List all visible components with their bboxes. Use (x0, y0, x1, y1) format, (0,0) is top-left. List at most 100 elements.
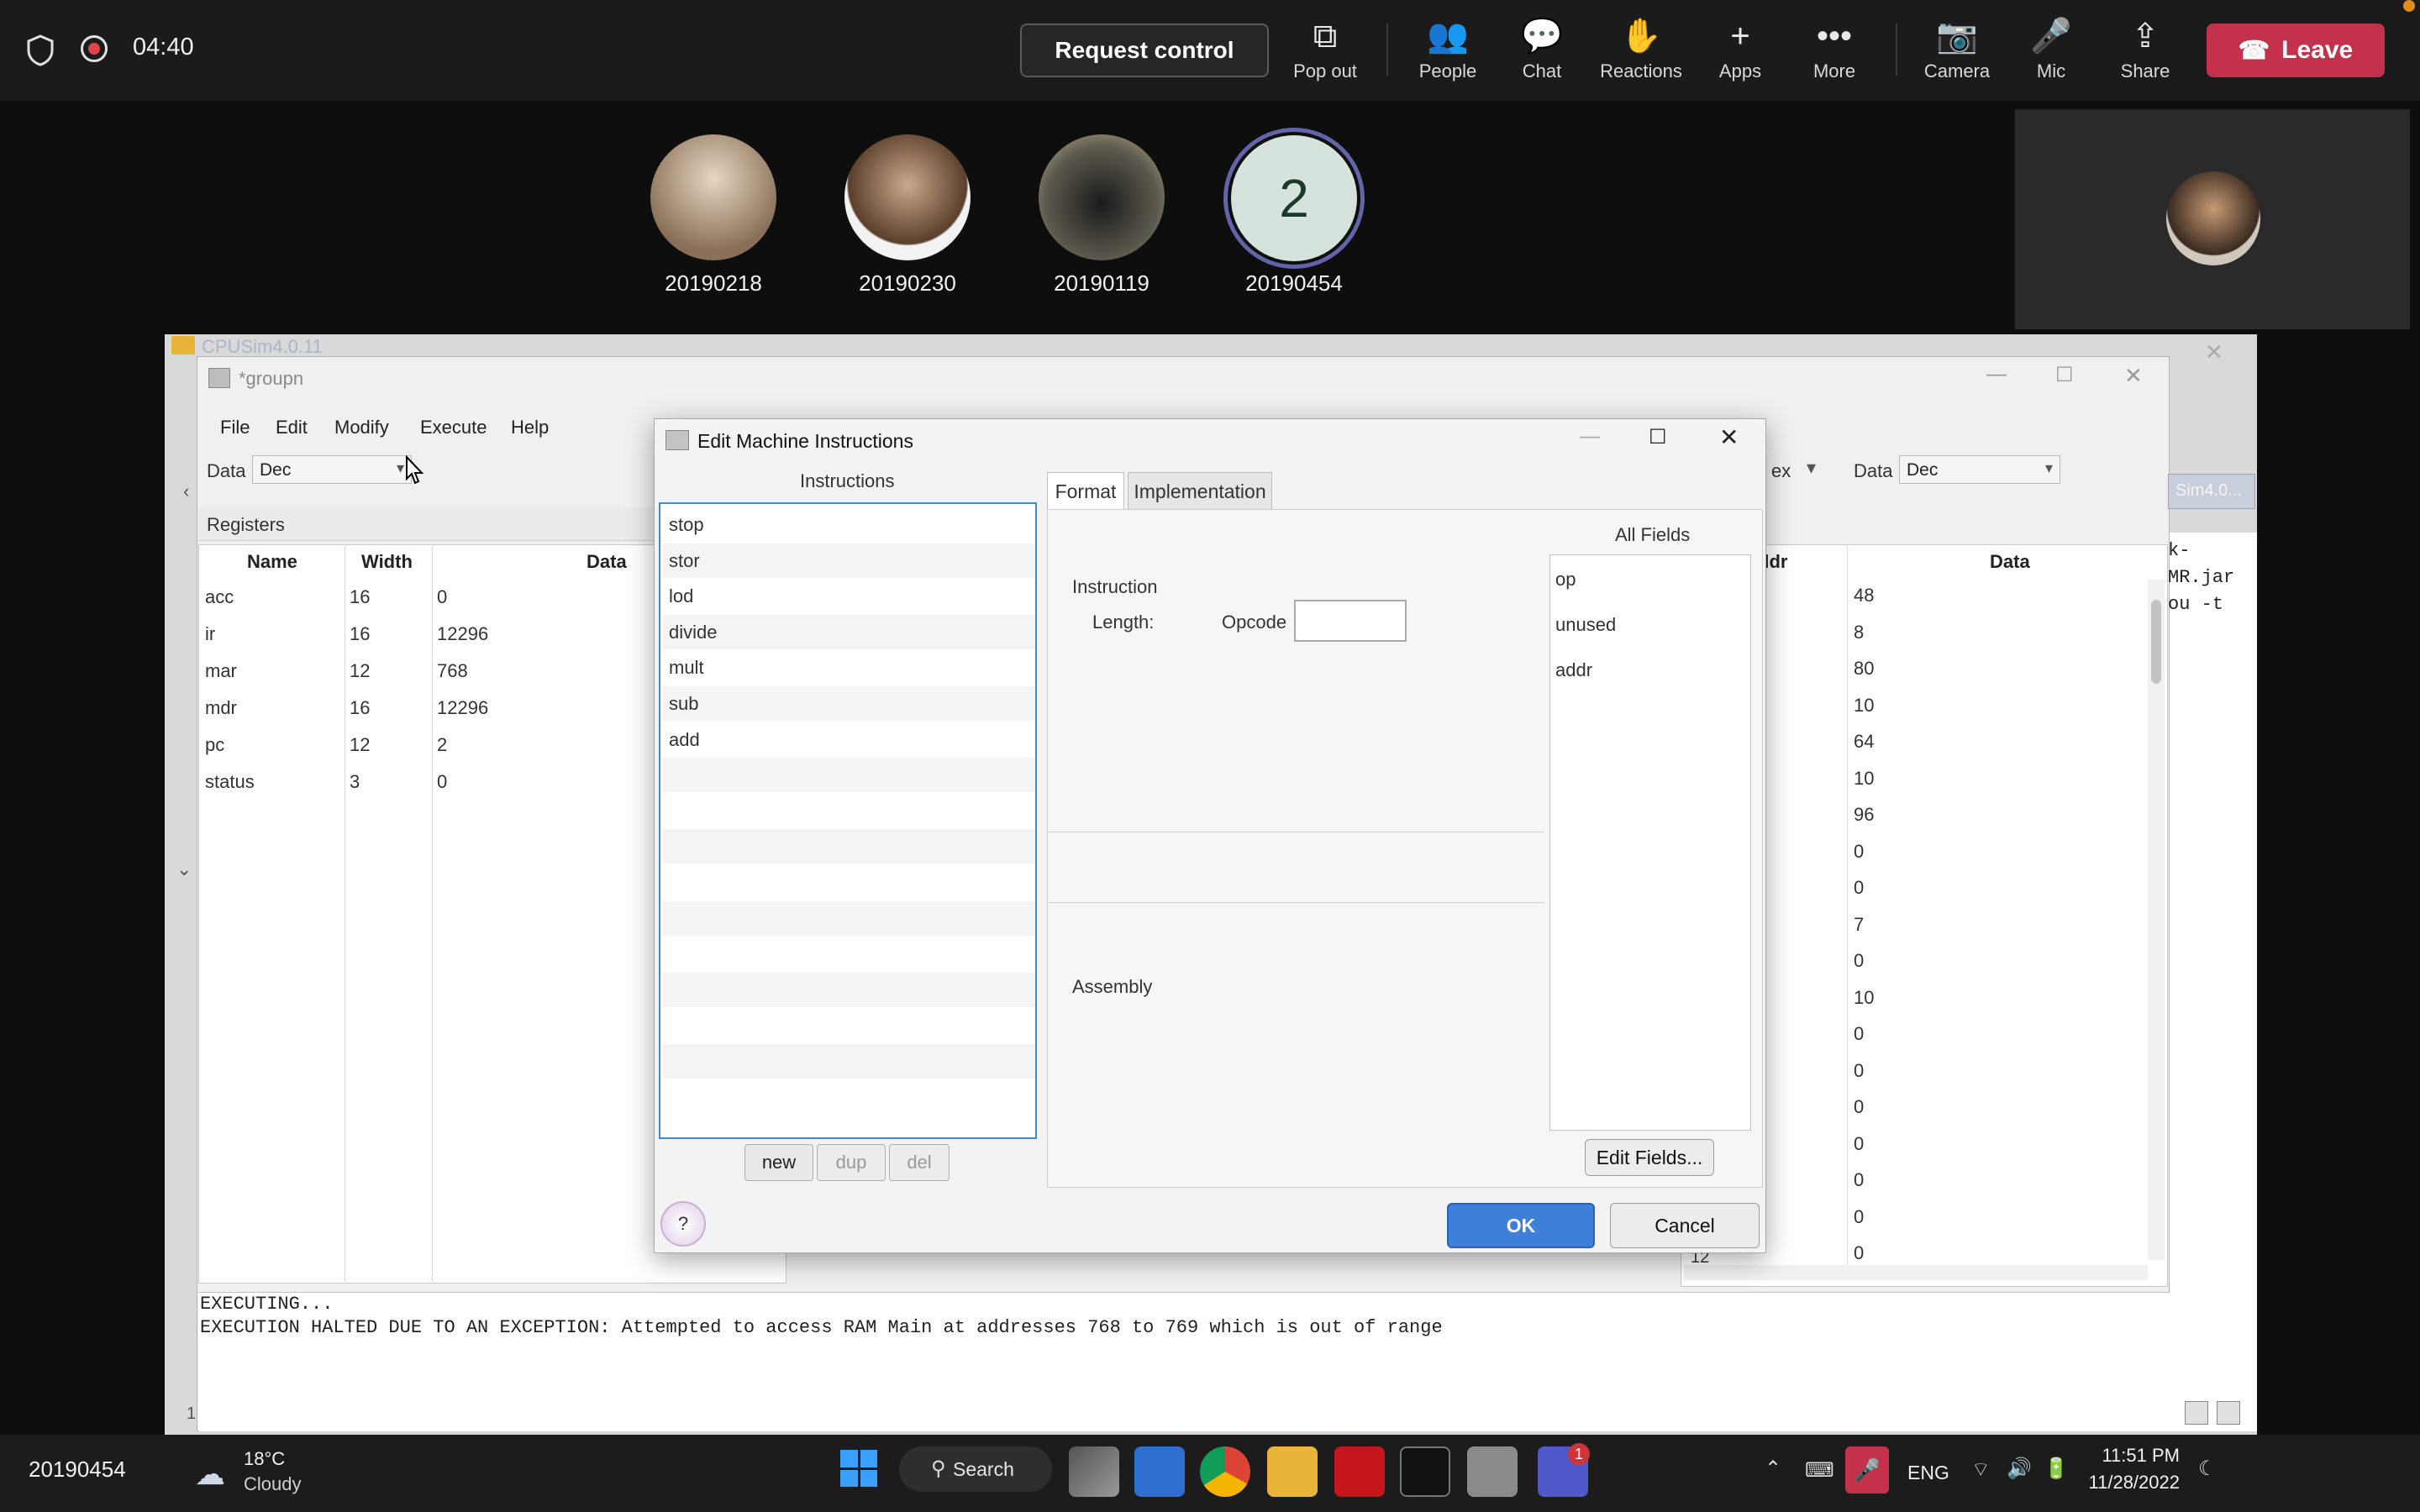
wifi-icon[interactable]: ⌔ (1971, 1457, 1991, 1482)
clock-time[interactable]: 11:51 PM (2087, 1445, 2180, 1467)
taskbar-search[interactable]: ⚲ Search (899, 1446, 1052, 1492)
mic-in-use-icon[interactable]: 🎤 (1845, 1446, 1889, 1494)
tab-implementation[interactable]: Implementation (1128, 472, 1272, 511)
ram-value[interactable]: 0 (1854, 1023, 1864, 1045)
weather-temp[interactable]: 18°C (244, 1448, 285, 1470)
ok-button[interactable]: OK (1447, 1203, 1595, 1248)
instruction-item[interactable]: lod (669, 579, 1028, 614)
ram-value[interactable]: 0 (1854, 1060, 1864, 1082)
close-icon[interactable]: ✕ (1719, 423, 1739, 451)
help-button[interactable]: ? (660, 1201, 706, 1247)
ram-value[interactable]: 0 (1854, 841, 1864, 863)
reg-data[interactable]: 0 (437, 586, 447, 608)
reg-data[interactable]: 12296 (437, 623, 488, 645)
participant-avatar[interactable] (650, 134, 776, 260)
participant-avatar[interactable] (1039, 134, 1165, 260)
ram-value[interactable]: 10 (1854, 987, 1874, 1009)
partial-combo-arrow[interactable]: ▾ (1807, 457, 1816, 479)
menu-help[interactable]: Help (511, 417, 549, 438)
menu-file[interactable]: File (220, 417, 250, 438)
field-item[interactable]: unused (1555, 614, 1616, 636)
field-item[interactable]: addr (1555, 659, 1592, 681)
maximize-icon[interactable]: ☐ (2055, 363, 2074, 387)
pop-out-button[interactable]: ⧉ Pop out (1279, 15, 1371, 91)
request-control-button[interactable]: Request control (1020, 24, 1269, 77)
reg-data[interactable]: 0 (437, 771, 447, 793)
opcode-field[interactable] (1294, 600, 1407, 642)
participant-avatar[interactable] (844, 134, 971, 260)
weather-desc[interactable]: Cloudy (244, 1473, 301, 1495)
cpusim-icon[interactable] (1467, 1446, 1518, 1497)
acrobat-icon[interactable] (1334, 1446, 1385, 1497)
ram-value[interactable]: 48 (1854, 585, 1874, 606)
ram-value[interactable]: 96 (1854, 804, 1874, 826)
ram-value[interactable]: 8 (1854, 622, 1864, 643)
ram-value[interactable]: 80 (1854, 658, 1874, 680)
chat-button[interactable]: 💬 Chat (1496, 15, 1588, 91)
edit-fields-button[interactable]: Edit Fields... (1585, 1139, 1714, 1176)
ram-value[interactable]: 0 (1854, 877, 1864, 899)
data-format-select[interactable]: Dec (252, 455, 412, 484)
minimize-icon[interactable]: — (1986, 363, 2007, 386)
ram-value[interactable]: 0 (1854, 1133, 1864, 1155)
list-view-icon[interactable] (2185, 1401, 2208, 1425)
store-icon[interactable] (1134, 1446, 1185, 1497)
ram-hscrollbar[interactable] (1684, 1265, 2148, 1280)
instruction-item[interactable]: add (669, 722, 1028, 758)
ram-value[interactable]: 0 (1854, 1206, 1864, 1228)
keyboard-icon[interactable]: ⌨ (1805, 1458, 1834, 1483)
volume-icon[interactable]: 🔊 (2007, 1457, 2032, 1481)
ram-value[interactable]: 10 (1854, 695, 1874, 717)
apps-button[interactable]: + Apps (1694, 15, 1786, 91)
chevron-down-icon[interactable]: ⌄ (176, 858, 192, 880)
ram-value[interactable]: 0 (1854, 1242, 1864, 1264)
field-item[interactable]: op (1555, 569, 1576, 591)
ram-value[interactable]: 0 (1854, 1096, 1864, 1118)
focus-moon-icon[interactable]: ☾ (2198, 1457, 2217, 1481)
instruction-item[interactable]: stop (669, 507, 1028, 543)
terminal-icon[interactable] (1400, 1446, 1450, 1497)
duplicate-instruction-button[interactable]: dup (817, 1144, 886, 1181)
language-indicator[interactable]: ENG (1907, 1462, 1949, 1484)
file-explorer-icon[interactable] (1267, 1446, 1318, 1497)
minimize-icon[interactable]: — (1580, 425, 1600, 449)
menu-edit[interactable]: Edit (276, 417, 308, 438)
chevron-left-icon[interactable]: ‹ (183, 480, 189, 502)
task-view-icon[interactable] (1069, 1446, 1119, 1497)
delete-instruction-button[interactable]: del (889, 1144, 950, 1181)
people-button[interactable]: 👥 People (1402, 15, 1494, 91)
clock-date[interactable]: 11/28/2022 (2075, 1472, 2180, 1494)
reg-data[interactable]: 768 (437, 660, 468, 682)
participant-avatar[interactable]: 2 (1231, 135, 1357, 261)
reg-data[interactable]: 2 (437, 734, 447, 756)
battery-icon[interactable]: 🔋 (2044, 1457, 2069, 1481)
ram-value[interactable]: 0 (1854, 950, 1864, 972)
more-button[interactable]: ••• More (1788, 15, 1881, 91)
instruction-item[interactable]: mult (669, 650, 1028, 685)
windows-start-icon[interactable] (840, 1450, 877, 1487)
ram-value[interactable]: 64 (1854, 731, 1874, 753)
ram-value[interactable]: 0 (1854, 1169, 1864, 1191)
menu-modify[interactable]: Modify (334, 417, 389, 438)
taskbar-tab[interactable]: Sim4.0... (2168, 474, 2255, 509)
menu-execute[interactable]: Execute (420, 417, 487, 438)
reactions-button[interactable]: ✋ Reactions (1595, 15, 1687, 91)
cancel-button[interactable]: Cancel (1610, 1203, 1760, 1248)
ram-data-format-select[interactable]: Dec (1899, 455, 2060, 484)
reg-data[interactable]: 12296 (437, 697, 488, 719)
detail-view-icon[interactable] (2217, 1401, 2240, 1425)
all-fields-list[interactable]: op unused addr (1549, 554, 1751, 1131)
camera-button[interactable]: 📷 Camera (1911, 15, 2003, 91)
chrome-icon[interactable] (1200, 1446, 1250, 1497)
ram-value[interactable]: 10 (1854, 768, 1874, 790)
maximize-icon[interactable]: ☐ (1649, 425, 1667, 449)
mic-button[interactable]: 🎤 Mic (2005, 15, 2097, 91)
close-icon[interactable]: ✕ (2205, 339, 2223, 365)
scrollbar-thumb[interactable] (2151, 600, 2161, 684)
chevron-up-icon[interactable]: ⌃ (1765, 1457, 1781, 1481)
tab-format[interactable]: Format (1047, 472, 1124, 511)
instruction-item[interactable]: sub (669, 686, 1028, 722)
ram-value[interactable]: 7 (1854, 914, 1864, 936)
new-instruction-button[interactable]: new (744, 1144, 813, 1181)
close-icon[interactable]: ✕ (2124, 363, 2143, 389)
